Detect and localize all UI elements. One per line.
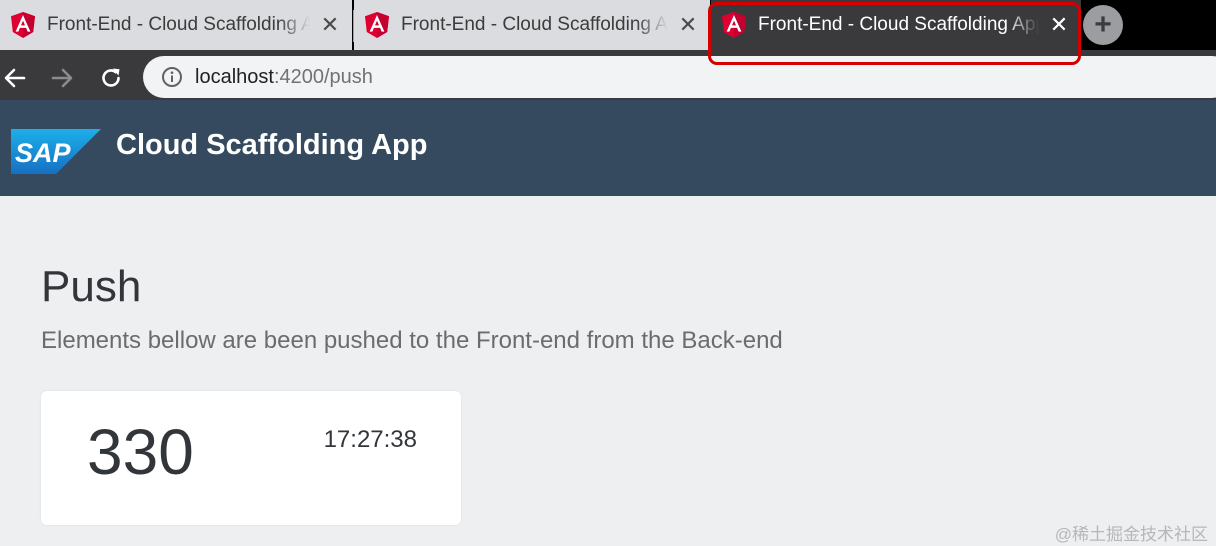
forward-button[interactable] xyxy=(46,62,78,94)
reload-button[interactable] xyxy=(95,62,127,94)
page-subtitle: Elements bellow are been pushed to the F… xyxy=(41,327,783,354)
url-host: localhost xyxy=(195,65,274,88)
sap-logo[interactable]: SAP xyxy=(11,129,101,174)
back-icon xyxy=(4,68,26,88)
angular-icon xyxy=(365,12,389,38)
push-item-card: 330 17:27:38 xyxy=(41,391,461,525)
browser-tab-2[interactable]: Front-End - Cloud Scaffolding App ✕ xyxy=(354,0,710,50)
angular-icon xyxy=(11,12,35,38)
forward-icon xyxy=(51,68,73,88)
info-icon[interactable] xyxy=(161,66,183,88)
new-tab-button[interactable]: + xyxy=(1083,5,1123,45)
page-title: Push xyxy=(41,262,142,311)
back-button[interactable] xyxy=(0,62,30,94)
close-icon[interactable]: ✕ xyxy=(676,13,700,37)
watermark: @稀土掘金技术社区 xyxy=(1054,525,1208,544)
close-icon[interactable]: ✕ xyxy=(1047,13,1071,37)
tab-strip: Front-End - Cloud Scaffolding App ✕ Fron… xyxy=(0,0,1216,50)
browser-tab-3-active[interactable]: Front-End - Cloud Scaffolding App ✕ xyxy=(711,0,1081,50)
reload-icon xyxy=(102,68,120,87)
app-title: Cloud Scaffolding App xyxy=(116,129,428,161)
pushed-timestamp: 17:27:38 xyxy=(323,426,417,453)
angular-icon xyxy=(722,12,746,38)
tab-title: Front-End - Cloud Scaffolding App xyxy=(47,14,310,35)
url-path: :4200/push xyxy=(273,65,373,88)
browser-tab-1[interactable]: Front-End - Cloud Scaffolding App ✕ xyxy=(0,0,352,50)
tab-title: Front-End - Cloud Scaffolding App xyxy=(758,14,1039,35)
address-bar[interactable]: localhost:4200/push xyxy=(143,56,1216,98)
tab-title: Front-End - Cloud Scaffolding App xyxy=(401,14,668,35)
close-icon[interactable]: ✕ xyxy=(318,13,342,37)
sap-logo-text: SAP xyxy=(15,138,72,168)
pushed-value: 330 xyxy=(87,416,194,488)
